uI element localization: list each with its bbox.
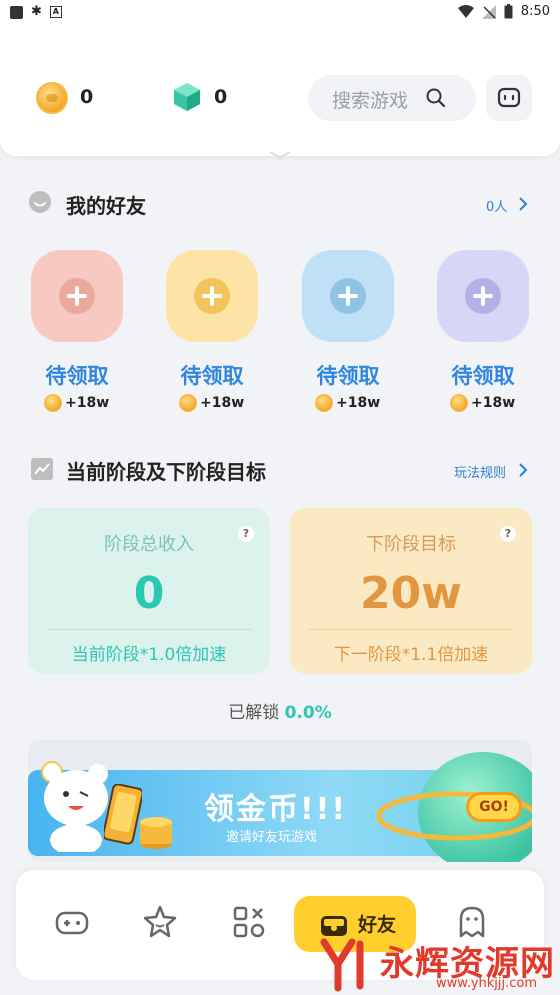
unlock-progress: 已解锁 0.0% [0,698,560,723]
friend-slot[interactable]: 待领取 +18w [161,250,271,440]
smile-icon [29,191,51,213]
reward-amount: +18w [471,395,516,411]
wifi-icon [457,4,474,18]
next-stage-footer: 下一阶段*1.1倍加速 [333,645,489,665]
friend-reward: +18w [44,394,109,412]
reward-amount: +18w [200,395,245,411]
coin-icon [44,394,62,412]
watermark-logo-icon [320,938,364,992]
coin-balance: 0 [80,86,94,108]
watermark-url: www.yhkjjj.com [436,976,538,991]
next-stage-title: 下阶段目标 [366,534,456,555]
phone-illustration [104,784,142,845]
banner-subtitle: 邀请好友玩游戏 [226,830,318,845]
coin-icon [179,394,197,412]
friend-avatar-placeholder [31,250,123,342]
stage-title: 当前阶段及下阶段目标 [66,460,266,484]
invite-banner[interactable]: 领金币!!! 邀请好友玩游戏 GO! [28,740,532,862]
divider [46,629,252,630]
bug-icon: ✱ [31,4,42,19]
current-stage-value: 0 [133,568,165,619]
plus-icon [330,278,366,314]
friend-avatar-placeholder [302,250,394,342]
message-icon [497,87,521,108]
friend-status-label: 待领取 [180,364,244,388]
chevron-right-icon[interactable] [518,462,528,478]
status-bar: ✱ A 8:50 [0,0,560,26]
nav-tab-friends-label: 好友 [358,914,397,936]
coin-icon [315,394,333,412]
trend-chart-icon [31,458,53,480]
friend-reward: +18w [315,394,380,412]
search-icon [426,88,446,108]
header-card: 0 0 搜索游戏 [0,26,560,160]
search-placeholder: 搜索游戏 [332,90,409,112]
gamepad-icon[interactable] [54,904,90,940]
message-button[interactable] [486,75,532,121]
friend-slot[interactable]: 待领取 +18w [26,250,136,440]
current-stage-title: 阶段总收入 [104,534,194,555]
clock-time: 8:50 [520,4,550,19]
signal-icon [481,4,496,19]
reward-amount: +18w [336,395,381,411]
divider [308,629,514,630]
help-icon[interactable]: ? [500,526,516,542]
friend-status-label: 待领取 [316,364,380,388]
unlock-label: 已解锁 [228,703,280,723]
current-stage-card: 阶段总收入 ? 0 当前阶段*1.0倍加速 [28,508,270,674]
a-notification-icon: A [49,6,62,18]
friend-reward: +18w [179,394,244,412]
next-stage-value: 20w [360,568,462,619]
rules-link[interactable]: 玩法规则 [454,462,506,481]
unlock-value: 0.0% [284,703,332,723]
reward-amount: +18w [65,395,110,411]
site-watermark: 永辉资源网 www.yhkjjj.com [316,934,560,994]
battery-icon [504,4,513,19]
plus-icon [59,278,95,314]
friend-status-label: 待领取 [45,364,109,388]
friend-reward: +18w [450,394,515,412]
help-icon[interactable]: ? [238,526,254,542]
coin-stack-illustration [140,817,172,849]
friend-avatar-placeholder [437,250,529,342]
friend-slot[interactable]: 待领取 +18w [432,250,542,440]
search-box[interactable]: 搜索游戏 [308,75,476,121]
coin-icon [450,394,468,412]
friends-count-link[interactable]: 0人 [486,196,507,215]
go-button[interactable]: GO! [466,792,522,822]
next-stage-card: 下阶段目标 ? 20w 下一阶段*1.1倍加速 [290,508,532,674]
collapse-arrow-icon[interactable] [268,150,292,160]
coin-icon [36,82,68,114]
plus-icon [465,278,501,314]
friend-status-label: 待领取 [451,364,515,388]
notification-square-icon [10,5,23,19]
apps-grid-icon[interactable] [231,904,267,940]
chevron-right-icon[interactable] [518,196,528,212]
current-stage-footer: 当前阶段*1.0倍加速 [71,645,227,665]
plus-icon [194,278,230,314]
friend-avatar-placeholder [166,250,258,342]
gem-icon [174,83,200,111]
gem-balance: 0 [214,86,228,108]
friend-slot[interactable]: 待领取 +18w [297,250,407,440]
banner-title: 领金币!!! [204,792,348,827]
friends-title: 我的好友 [66,194,146,218]
star-icon[interactable] [142,904,178,940]
